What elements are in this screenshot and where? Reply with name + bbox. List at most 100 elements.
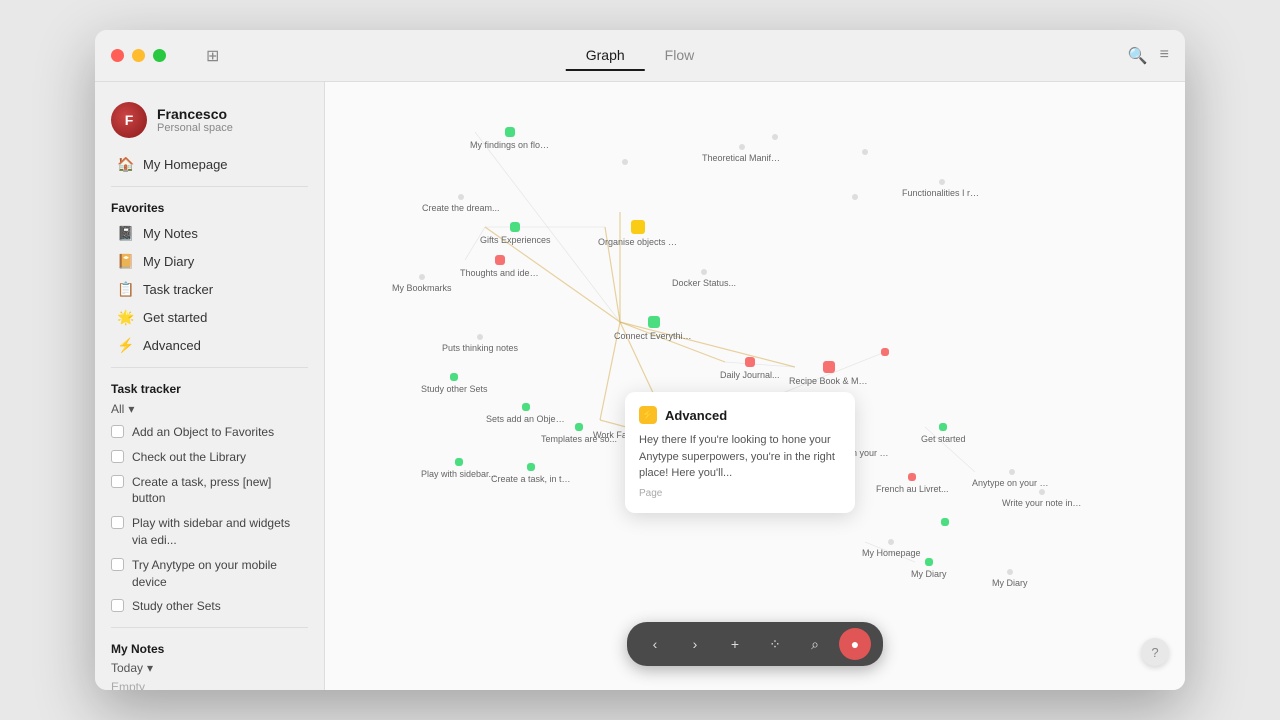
graph-node[interactable] [881, 348, 889, 356]
chevron-icon: ▾ [128, 402, 134, 416]
graph-node[interactable]: Create the dream... [422, 194, 500, 214]
favorites-section: Favorites 📓 My Notes 📔 My Diary 📋 Task t… [95, 195, 324, 359]
graph-node[interactable]: Organise objects with Co... [598, 220, 678, 248]
graph-node[interactable] [852, 194, 858, 200]
graph-node[interactable]: Docker Status... [672, 269, 736, 289]
maximize-button[interactable] [153, 49, 166, 62]
help-button[interactable]: ? [1141, 638, 1169, 666]
graph-node[interactable]: Daily Journal... [720, 357, 780, 381]
graph-node[interactable]: My Bookmarks [392, 274, 452, 294]
titlebar-actions: 🔍 ≡ [1128, 46, 1169, 66]
node-dot [450, 373, 458, 381]
graph-node[interactable]: Play with sidebar... [421, 458, 496, 480]
tooltip-popup: ⚡ Advanced Hey there If you're looking t… [625, 392, 855, 513]
traffic-lights [111, 49, 166, 62]
graph-node[interactable]: Create a task, in the cli... [491, 463, 571, 485]
node-label: French au Livret... [876, 484, 949, 495]
graph-node[interactable]: Theoretical Manifesto... [702, 144, 782, 164]
graph-node[interactable]: Get started [921, 423, 966, 445]
search-icon[interactable]: 🔍 [1128, 46, 1148, 66]
sidebar: F Francesco Personal space 🏠 My Homepage… [95, 82, 325, 690]
back-button[interactable]: ‹ [639, 628, 671, 660]
forward-button[interactable]: › [679, 628, 711, 660]
graph-node[interactable]: Sets add an Object... [486, 403, 566, 425]
node-dot [739, 144, 745, 150]
sidebar-item-getstarted[interactable]: 🌟 Get started [101, 304, 318, 331]
node-dot [455, 458, 463, 466]
graph-node[interactable]: French au Livret... [876, 473, 949, 495]
node-label: My Diary [911, 569, 947, 580]
record-button[interactable]: ● [839, 628, 871, 660]
task-item-2[interactable]: Check out the Library [95, 445, 324, 470]
graph-node[interactable]: Anytype on your mob... [972, 469, 1052, 489]
tab-graph[interactable]: Graph [566, 41, 645, 71]
graph-node[interactable]: My Diary [911, 558, 947, 580]
task-checkbox-4[interactable] [111, 516, 124, 529]
node-label: Create a task, in the cli... [491, 474, 571, 485]
sidebar-item-mydiary[interactable]: 📔 My Diary [101, 248, 318, 275]
node-label: Anytype on your mob... [972, 478, 1052, 489]
sidebar-item-homepage[interactable]: 🏠 My Homepage [101, 151, 318, 178]
divider-1 [111, 186, 308, 187]
task-item-1[interactable]: Add an Object to Favorites [95, 420, 324, 445]
notes-filter[interactable]: Today ▾ [95, 658, 324, 678]
graph-node[interactable]: My findings on flow stat... [470, 127, 550, 151]
graph-node[interactable] [622, 159, 628, 165]
node-dot [772, 134, 778, 140]
node-dot [881, 348, 889, 356]
graph-node[interactable] [772, 134, 778, 140]
add-button[interactable]: + [719, 628, 751, 660]
task-checkbox-5[interactable] [111, 558, 124, 571]
graph-area[interactable]: My findings on flow stat... Theoretical M… [325, 82, 1185, 690]
task-item-3[interactable]: Create a task, press [new] button [95, 470, 324, 512]
graph-node[interactable]: Study other Sets [421, 373, 488, 395]
task-checkbox-3[interactable] [111, 475, 124, 488]
node-dot [941, 518, 949, 526]
tooltip-body: Hey there If you're looking to hone your… [639, 432, 841, 482]
search-button[interactable]: ⌕ [799, 628, 831, 660]
tooltip-title: Advanced [665, 408, 727, 423]
task-filter[interactable]: All ▾ [95, 398, 324, 420]
graph-node[interactable]: My Homepage [862, 539, 921, 559]
graph-node[interactable] [862, 149, 868, 155]
graph-node[interactable] [941, 518, 949, 526]
graph-node[interactable]: Connect Everything with ... [614, 316, 694, 342]
node-dot [622, 159, 628, 165]
node-label: Get started [921, 434, 966, 445]
graph-node[interactable]: Thoughts and ideas log [460, 255, 540, 279]
tasktracker-icon: 📋 [117, 281, 135, 298]
node-label: Thoughts and ideas log [460, 268, 540, 279]
dots-button[interactable]: ⁘ [759, 628, 791, 660]
sidebar-item-advanced[interactable]: ⚡ Advanced [101, 332, 318, 359]
getstarted-label: Get started [143, 310, 207, 325]
graph-node[interactable]: Gifts Experiences [480, 222, 551, 246]
task-tracker-section: Task tracker All ▾ Add an Object to Favo… [95, 376, 324, 619]
task-checkbox-2[interactable] [111, 450, 124, 463]
sidebar-item-tasktracker[interactable]: 📋 Task tracker [101, 276, 318, 303]
graph-node[interactable]: My Diary [992, 569, 1028, 589]
node-dot [458, 194, 464, 200]
graph-node[interactable]: Write your note in Hello [1002, 489, 1082, 509]
task-item-5[interactable]: Try Anytype on your mobile device [95, 553, 324, 595]
node-label: Daily Journal... [720, 370, 780, 381]
graph-node[interactable]: Functionalities I really li... [902, 179, 982, 199]
sidebar-item-mynotes[interactable]: 📓 My Notes [101, 220, 318, 247]
graph-node[interactable]: Recipe Book & Meal Plann... [789, 361, 869, 387]
tab-flow[interactable]: Flow [645, 41, 715, 71]
task-checkbox-1[interactable] [111, 425, 124, 438]
sidebar-toggle[interactable]: ⊞ [206, 46, 219, 66]
bottom-toolbar: ‹ › + ⁘ ⌕ ● [627, 622, 883, 666]
task-item-6[interactable]: Study other Sets [95, 594, 324, 619]
node-dot [939, 423, 947, 431]
getstarted-icon: 🌟 [117, 309, 135, 326]
task-checkbox-6[interactable] [111, 599, 124, 612]
menu-icon[interactable]: ≡ [1160, 46, 1169, 66]
node-dot [527, 463, 535, 471]
task-label-4: Play with sidebar and widgets via edi... [132, 515, 308, 549]
minimize-button[interactable] [132, 49, 145, 62]
user-section[interactable]: F Francesco Personal space [95, 94, 324, 150]
graph-node[interactable]: Puts thinking notes [442, 334, 518, 354]
close-button[interactable] [111, 49, 124, 62]
node-dot [505, 127, 515, 137]
task-item-4[interactable]: Play with sidebar and widgets via edi... [95, 511, 324, 553]
